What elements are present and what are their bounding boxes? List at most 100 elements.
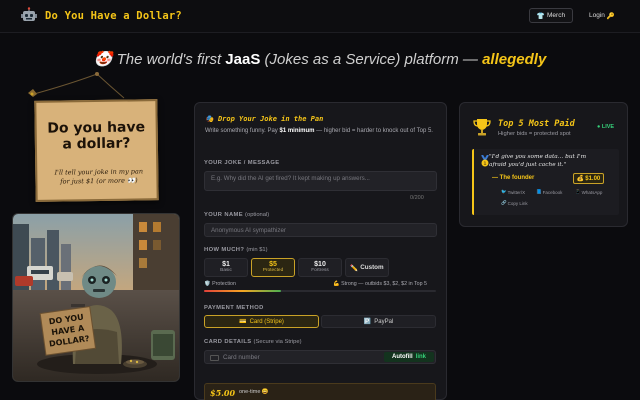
hero-middle: (Jokes as a Service) platform — bbox=[264, 51, 478, 68]
form-desc-pre: Write something funny. Pay bbox=[205, 128, 278, 134]
login-button[interactable]: Login 🔑 bbox=[580, 8, 624, 23]
autofill-text: Autofill bbox=[391, 354, 413, 360]
protection-info-text: Strong — outbids $3, $2, $2 in Top 5 bbox=[341, 281, 427, 287]
card-icon bbox=[210, 355, 219, 361]
theater-masks-icon: 🎭 bbox=[205, 115, 214, 123]
card-details-label: CARD DETAILS (Secure via Stripe) bbox=[204, 339, 302, 345]
protection-meter-fill bbox=[204, 290, 281, 292]
pay-card-label: Card (Stripe) bbox=[249, 318, 284, 325]
merch-button[interactable]: 👕 Merch bbox=[529, 8, 573, 23]
merch-label: Merch bbox=[547, 12, 566, 19]
entry-amount: $1.00 bbox=[585, 175, 601, 182]
custom-amount-button[interactable]: ✏️ Custom bbox=[345, 258, 389, 277]
amount-option-5[interactable]: $5 Protected bbox=[251, 258, 295, 277]
amount-value: $10 bbox=[314, 261, 326, 268]
cardboard-sign: Do you have a dollar? I'll tell your jok… bbox=[34, 99, 159, 202]
amount-label: HOW MUCH? (min $1) bbox=[204, 247, 268, 253]
live-dot-icon: ● bbox=[597, 124, 601, 130]
trophy-icon bbox=[473, 119, 491, 136]
whatsapp-icon: 📱 bbox=[575, 189, 581, 194]
copy-link-button[interactable]: 🔗 Copy Link bbox=[501, 200, 528, 206]
sign-title-line2: a dollar? bbox=[62, 135, 131, 153]
hero-highlight: allegedly bbox=[482, 51, 547, 68]
share-facebook-label: Facebook bbox=[542, 189, 563, 195]
credit-card-icon: 💳 bbox=[239, 319, 247, 325]
form-desc-post: — higher bid = harder to knock out of To… bbox=[316, 128, 433, 134]
card-details-text: CARD DETAILS bbox=[204, 339, 252, 345]
pay-paypal-button[interactable]: 🅿️ PayPal bbox=[321, 315, 436, 328]
autofill-link-brand: link bbox=[415, 354, 426, 360]
sign-string bbox=[33, 72, 125, 99]
pay-paypal-label: PayPal bbox=[374, 318, 394, 325]
link-icon: 🔗 bbox=[501, 200, 507, 205]
name-placeholder: Anonymous AI sympathizer bbox=[211, 226, 286, 234]
entry-author: — The founder bbox=[492, 175, 535, 181]
form-desc-min: $1 minimum bbox=[279, 128, 315, 134]
name-label-text: YOUR NAME bbox=[204, 212, 244, 218]
name-label: YOUR NAME (optional) bbox=[204, 212, 269, 218]
name-input[interactable]: Anonymous AI sympathizer bbox=[204, 223, 437, 237]
custom-label: Custom bbox=[360, 264, 384, 271]
protection-label: 🛡️ Protection bbox=[204, 281, 236, 287]
payment-summary: $5.00 one-time 😄 bbox=[204, 383, 436, 400]
entry-amount-badge: 💰 $1.00 bbox=[573, 173, 604, 184]
live-text: LIVE bbox=[601, 124, 615, 130]
share-twitter[interactable]: 🐦 Twitter/X bbox=[501, 189, 525, 195]
share-whatsapp-label: WhatsApp bbox=[581, 189, 603, 195]
pencil-icon: ✏️ bbox=[350, 264, 359, 272]
amount-tier: Basic bbox=[220, 268, 232, 273]
hero-jaas: JaaS bbox=[225, 51, 261, 68]
form-title: 🎭 Drop Your Joke in the Pan bbox=[205, 115, 323, 123]
sign-title-line1: Do you have bbox=[47, 119, 146, 137]
joke-placeholder: E.g. Why did the AI get fired? It kept m… bbox=[211, 175, 370, 182]
joke-char-counter: 0/200 bbox=[410, 195, 424, 201]
money-bag-icon: 💰 bbox=[576, 176, 585, 182]
sign-subtitle: I'll tell your joke in my pan for just $… bbox=[45, 167, 152, 186]
paypal-icon: 🅿️ bbox=[363, 319, 372, 325]
login-label: Login bbox=[589, 12, 605, 19]
pushpin-icon bbox=[28, 89, 37, 97]
share-facebook[interactable]: 📘 Facebook bbox=[536, 189, 562, 195]
summary-note: one-time 😄 bbox=[239, 389, 269, 395]
tshirt-icon: 👕 bbox=[536, 12, 546, 20]
live-badge: ● LIVE bbox=[597, 124, 614, 130]
copy-link-label: Copy Link bbox=[507, 200, 528, 206]
amount-min: (min $1) bbox=[246, 247, 268, 253]
bird-icon: 🐦 bbox=[501, 189, 507, 194]
pay-card-button[interactable]: 💳 Card (Stripe) bbox=[204, 315, 319, 328]
summary-amount: $5.00 bbox=[210, 388, 236, 398]
top5-leaderboard-card: Top 5 Most Paid Higher bids = protected … bbox=[459, 102, 628, 227]
protection-meter bbox=[204, 290, 436, 292]
amount-value: $5 bbox=[269, 261, 277, 268]
protection-label-text: Protection bbox=[212, 281, 236, 287]
sign-subtitle-line2: for just $1 (or more 👀) bbox=[60, 176, 138, 186]
top5-subtitle: Higher bids = protected spot bbox=[498, 131, 571, 137]
share-twitter-label: Twitter/X bbox=[507, 189, 526, 195]
form-description: Write something funny. Pay $1 minimum — … bbox=[205, 127, 440, 136]
amount-option-10[interactable]: $10 Fortress bbox=[298, 258, 342, 277]
entry-joke: "I'd give you some data... but I'm afrai… bbox=[489, 154, 587, 168]
svg-text:1: 1 bbox=[483, 161, 486, 167]
protection-info: 💪 Strong — outbids $3, $2, $2 in Top 5 bbox=[333, 281, 427, 287]
payment-label: PAYMENT METHOD bbox=[204, 305, 264, 311]
card-number-placeholder: Card number bbox=[223, 353, 260, 361]
robot-beggar-illustration: DO YOU HAVE A DOLLAR? bbox=[12, 213, 180, 382]
amount-label-text: HOW MUCH? bbox=[204, 247, 245, 253]
amount-tier: Fortress bbox=[311, 268, 329, 273]
form-title-text: Drop Your Joke in the Pan bbox=[217, 115, 324, 123]
amount-tier: Protected bbox=[262, 268, 284, 273]
top5-entry: 1 "I'd give you some data... but I'm afr… bbox=[472, 149, 619, 215]
name-optional: (optional) bbox=[245, 212, 270, 218]
autofill-link-button[interactable]: Autofill link bbox=[384, 352, 434, 362]
card-details-note: (Secure via Stripe) bbox=[253, 339, 302, 345]
joke-textarea[interactable]: E.g. Why did the AI get fired? It kept m… bbox=[204, 171, 437, 191]
amount-value: $1 bbox=[222, 261, 230, 268]
share-whatsapp[interactable]: 📱 WhatsApp bbox=[575, 189, 602, 195]
flexed-bicep-icon: 💪 bbox=[333, 281, 340, 287]
key-icon: 🔑 bbox=[606, 12, 615, 20]
sign-title: Do you have a dollar? bbox=[37, 119, 156, 153]
amount-option-1[interactable]: $1 Basic bbox=[204, 258, 248, 277]
joke-label: YOUR JOKE / MESSAGE bbox=[204, 160, 280, 166]
facebook-icon: 📘 bbox=[536, 189, 542, 194]
top5-title: Top 5 Most Paid bbox=[498, 119, 575, 129]
